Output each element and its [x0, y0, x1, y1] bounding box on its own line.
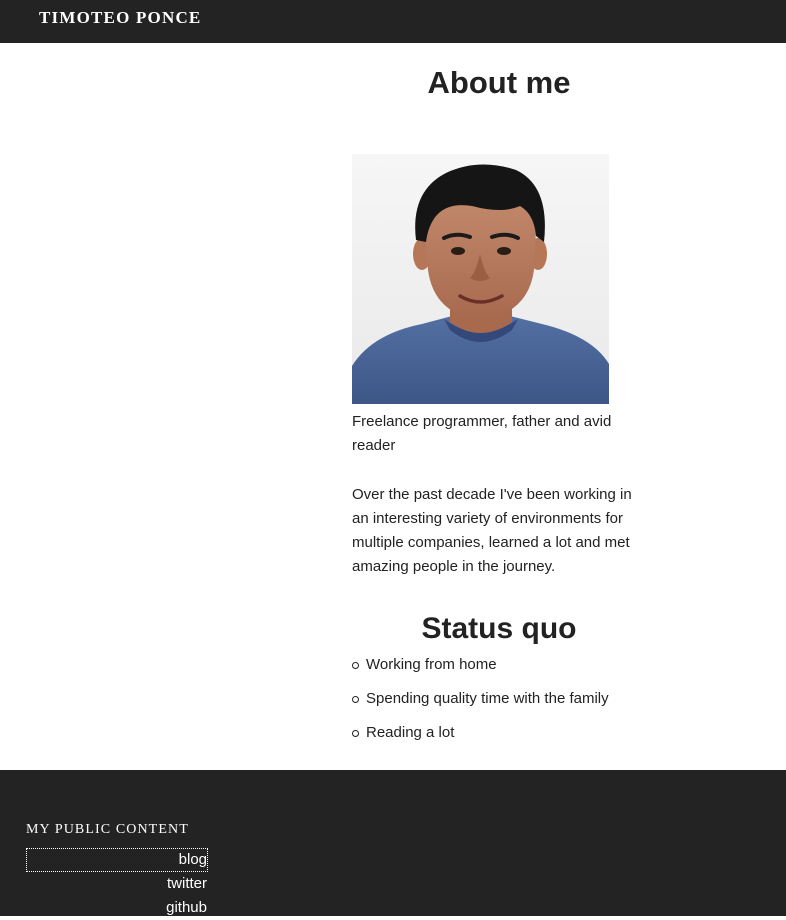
status-item: Reading a lot	[352, 721, 672, 745]
portrait-illustration	[352, 154, 609, 404]
footer-heading: MY PUBLIC CONTENT	[26, 822, 189, 837]
blog-link[interactable]: blog	[26, 848, 208, 872]
circle-bullet-icon	[352, 696, 359, 703]
footer-link-item: blog	[26, 848, 208, 872]
status-item-label: Reading a lot	[366, 724, 455, 741]
site-title-link[interactable]: TIMOTEO PONCE	[39, 8, 201, 28]
github-link[interactable]: github	[26, 896, 208, 920]
footer-link-item: twitter	[26, 872, 208, 896]
profile-photo	[352, 154, 609, 404]
status-item: Working from home	[352, 653, 672, 677]
status-item-label: Spending quality time with the family	[366, 690, 609, 707]
footer-link-item: github	[26, 896, 208, 920]
status-list: Working from home Spending quality time …	[352, 653, 672, 755]
status-item: Spending quality time with the family	[352, 687, 672, 711]
status-item-label: Working from home	[366, 656, 497, 673]
top-navigation-bar: TIMOTEO PONCE	[0, 0, 786, 43]
bio-paragraph: Over the past decade I've been working i…	[352, 486, 632, 575]
public-content-links: blog twitter github	[26, 848, 208, 920]
twitter-link[interactable]: twitter	[26, 872, 208, 896]
site-footer: MY PUBLIC CONTENT blog twitter github	[0, 770, 786, 916]
status-quo-heading: Status quo	[421, 612, 577, 645]
circle-bullet-icon	[352, 730, 359, 737]
circle-bullet-icon	[352, 662, 359, 669]
intro-text: Freelance programmer, father and avid re…	[352, 413, 612, 454]
page-title: About me	[427, 65, 571, 100]
